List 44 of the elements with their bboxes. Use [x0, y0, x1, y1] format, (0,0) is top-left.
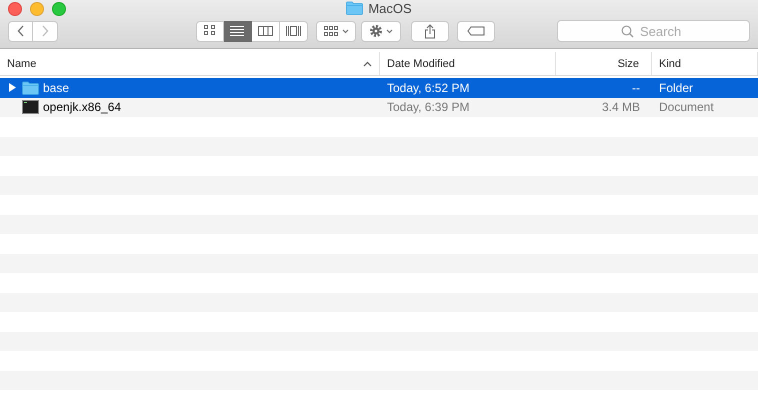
search-field[interactable]: Search — [557, 20, 750, 42]
grid-icon — [204, 25, 214, 35]
back-button[interactable] — [8, 20, 33, 42]
file-kind: Document — [659, 100, 714, 114]
close-button[interactable] — [8, 2, 22, 16]
caret-icon — [342, 28, 348, 34]
search-icon — [621, 25, 634, 38]
file-kind: Folder — [659, 80, 694, 95]
file-size: 3.4 MB — [602, 100, 640, 114]
columns-icon — [258, 26, 273, 36]
grid-icon — [324, 25, 338, 37]
column-header[interactable]: Kind — [652, 52, 758, 75]
column-header[interactable]: Date Modified — [380, 52, 556, 75]
column-header[interactable]: Name — [0, 52, 380, 75]
zoom-button[interactable] — [52, 2, 66, 16]
date-modified: Today, 6:39 PM — [387, 100, 470, 114]
file-size: -- — [632, 80, 640, 95]
tag-icon — [467, 26, 485, 36]
date-modified: Today, 6:52 PM — [387, 80, 470, 95]
action-button[interactable] — [361, 20, 401, 42]
caret-icon — [386, 28, 393, 34]
view-mode-button[interactable] — [224, 20, 252, 42]
window-title: MacOS — [368, 0, 412, 16]
file-row[interactable]: base Today, 6:52 PM -- Folder — [0, 78, 758, 98]
view-mode-button[interactable] — [196, 20, 224, 42]
file-row[interactable]: openjk.x86_64 Today, 6:39 PM 3.4 MB Document — [0, 98, 758, 117]
file-name: base — [43, 80, 70, 95]
disclosure-triangle[interactable] — [8, 83, 16, 92]
file-name: openjk.x86_64 — [43, 100, 122, 114]
folder-icon — [22, 80, 39, 95]
column-header[interactable]: Size — [556, 52, 652, 75]
arrange-button[interactable] — [316, 20, 356, 42]
share-button[interactable] — [411, 20, 449, 42]
share-icon — [424, 24, 436, 38]
folder-icon — [346, 1, 364, 15]
terminal-icon — [22, 100, 39, 114]
gallery-icon — [286, 26, 301, 36]
gear-icon — [369, 24, 383, 38]
tags-button[interactable] — [457, 20, 495, 42]
chevron-right-icon — [41, 25, 49, 37]
view-mode-button[interactable] — [252, 20, 280, 42]
view-mode-button[interactable] — [280, 20, 308, 42]
list-icon — [230, 26, 244, 36]
chevron-left-icon — [16, 25, 24, 37]
